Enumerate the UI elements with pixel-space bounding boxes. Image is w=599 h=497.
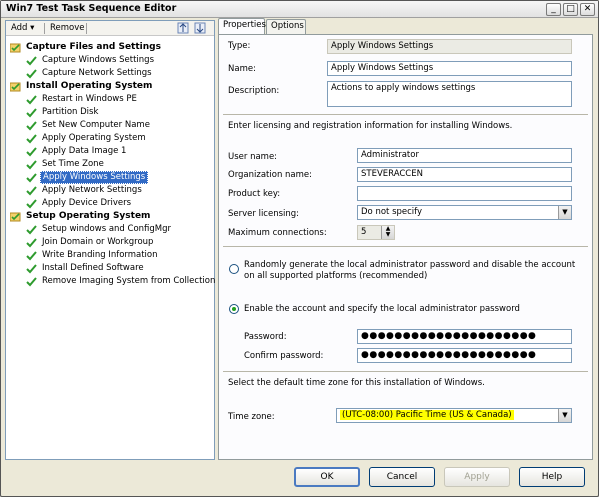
cancel-button[interactable]: Cancel (369, 467, 435, 487)
server-licensing-select[interactable]: Do not specify ▼ (357, 205, 572, 220)
tree-item-label: Apply Device Drivers (42, 198, 132, 208)
product-key-label: Product key: (228, 189, 281, 199)
section-divider (223, 246, 588, 247)
licensing-instructions: Enter licensing and registration informa… (228, 121, 513, 131)
tree-item-label: Partition Disk (42, 107, 99, 117)
check-icon (26, 225, 37, 235)
move-up-icon[interactable] (177, 22, 189, 34)
section-divider (223, 371, 588, 372)
description-label: Description: (228, 86, 280, 96)
check-icon (26, 134, 37, 144)
check-icon (26, 173, 37, 183)
minimize-button[interactable]: _ (546, 3, 561, 16)
tree-group-label: Setup Operating System (26, 211, 151, 221)
timezone-instructions: Select the default time zone for this in… (228, 378, 485, 388)
task-sequence-tree[interactable]: Add ▾ Remove Capture Files and Settings (5, 20, 215, 460)
server-licensing-value: Do not specify (361, 207, 423, 217)
tree-item-label: Install Defined Software (42, 263, 144, 273)
tree-toolbar: Add ▾ Remove (6, 21, 214, 36)
type-field: Apply Windows Settings (327, 39, 572, 54)
name-label: Name: (228, 64, 256, 74)
timezone-label: Time zone: (228, 412, 275, 422)
window-title: Win7 Test Task Sequence Editor (6, 3, 177, 14)
check-icon (26, 108, 37, 118)
tree-item-label: Setup windows and ConfigMgr (42, 224, 172, 234)
title-bar[interactable]: Win7 Test Task Sequence Editor _ □ ✕ (1, 1, 598, 18)
tree-item-label: Apply Operating System (42, 133, 146, 143)
check-icon (26, 95, 37, 105)
tree-group-label: Capture Files and Settings (26, 42, 161, 52)
name-field[interactable]: Apply Windows Settings (327, 61, 572, 76)
password-field[interactable]: ●●●●●●●●●●●●●●●●●●●●● (357, 329, 572, 344)
check-icon (26, 56, 37, 66)
check-icon (26, 277, 37, 287)
check-icon (26, 251, 37, 261)
tab-properties[interactable]: Properties (218, 18, 266, 35)
random-password-radio[interactable] (229, 264, 239, 274)
dropdown-arrow-icon: ▾ (30, 23, 35, 33)
username-field[interactable]: Administrator (357, 148, 572, 163)
ok-button[interactable]: OK (294, 467, 360, 487)
timezone-value: (UTC-08:00) Pacific Time (US & Canada) (340, 410, 514, 420)
tree-item-label: Write Branding Information (42, 250, 158, 260)
remove-button[interactable]: Remove (47, 22, 88, 35)
organization-field[interactable]: STEVERACCEN (357, 167, 572, 182)
move-down-icon[interactable] (194, 22, 206, 34)
properties-panel: Type: Apply Windows Settings Name: Apply… (218, 34, 593, 460)
max-connections-spinner: 5 ▲ ▼ (357, 225, 395, 240)
tree-item-label: Join Domain or Workgroup (42, 237, 154, 247)
toolbar-divider (44, 23, 45, 34)
check-icon (26, 186, 37, 196)
description-field[interactable]: Actions to apply windows settings (327, 81, 572, 107)
folder-check-icon (10, 43, 21, 53)
tree-item-label: Set New Computer Name (42, 120, 150, 130)
tree-item-label: Apply Data Image 1 (42, 146, 127, 156)
confirm-password-label: Confirm password: (244, 351, 324, 361)
max-connections-value: 5 (361, 227, 367, 237)
tree-group-label: Install Operating System (26, 81, 153, 91)
toolbar-divider (86, 23, 87, 34)
check-icon (26, 121, 37, 131)
organization-label: Organization name: (228, 170, 313, 180)
check-icon (26, 199, 37, 209)
check-icon (26, 238, 37, 248)
tab-options[interactable]: Options (266, 19, 306, 34)
check-icon (26, 160, 37, 170)
enable-account-label: Enable the account and specify the local… (244, 304, 520, 314)
tree-item-label: Remove Imaging System from Collection (42, 276, 216, 286)
apply-button[interactable]: Apply (444, 467, 510, 487)
folder-check-icon (10, 82, 21, 92)
spinner-arrows-icon: ▲ ▼ (381, 226, 394, 239)
enable-account-radio[interactable] (229, 304, 239, 314)
check-icon (26, 69, 37, 79)
confirm-password-field[interactable]: ●●●●●●●●●●●●●●●●●●●●● (357, 348, 572, 363)
random-password-label: Randomly generate the local administrato… (244, 260, 576, 281)
tree-item-label: Set Time Zone (42, 159, 104, 169)
chevron-down-icon[interactable]: ▼ (558, 206, 571, 219)
help-button[interactable]: Help (519, 467, 585, 487)
tree-item-label: Capture Windows Settings (42, 55, 155, 65)
folder-check-icon (10, 212, 21, 222)
maximize-button[interactable]: □ (563, 3, 578, 16)
timezone-select[interactable]: (UTC-08:00) Pacific Time (US & Canada) ▼ (336, 408, 572, 423)
chevron-down-icon[interactable]: ▼ (558, 409, 571, 422)
add-menu-button[interactable]: Add ▾ (8, 22, 37, 35)
username-label: User name: (228, 152, 278, 162)
add-label: Add (11, 23, 28, 33)
check-icon (26, 147, 37, 157)
server-licensing-label: Server licensing: (228, 209, 300, 219)
password-label: Password: (244, 332, 287, 342)
max-connections-label: Maximum connections: (228, 228, 327, 238)
tree-item-label: Apply Windows Settings (40, 171, 149, 184)
tree-item-label: Capture Network Settings (42, 68, 152, 78)
close-button[interactable]: ✕ (580, 3, 595, 16)
editor-window: Win7 Test Task Sequence Editor _ □ ✕ Add… (0, 0, 599, 497)
type-label: Type: (228, 41, 251, 51)
product-key-field[interactable] (357, 186, 572, 201)
check-icon (26, 264, 37, 274)
tree-item-label: Apply Network Settings (42, 185, 142, 195)
tree-item-label: Restart in Windows PE (42, 94, 137, 104)
section-divider (223, 114, 588, 115)
